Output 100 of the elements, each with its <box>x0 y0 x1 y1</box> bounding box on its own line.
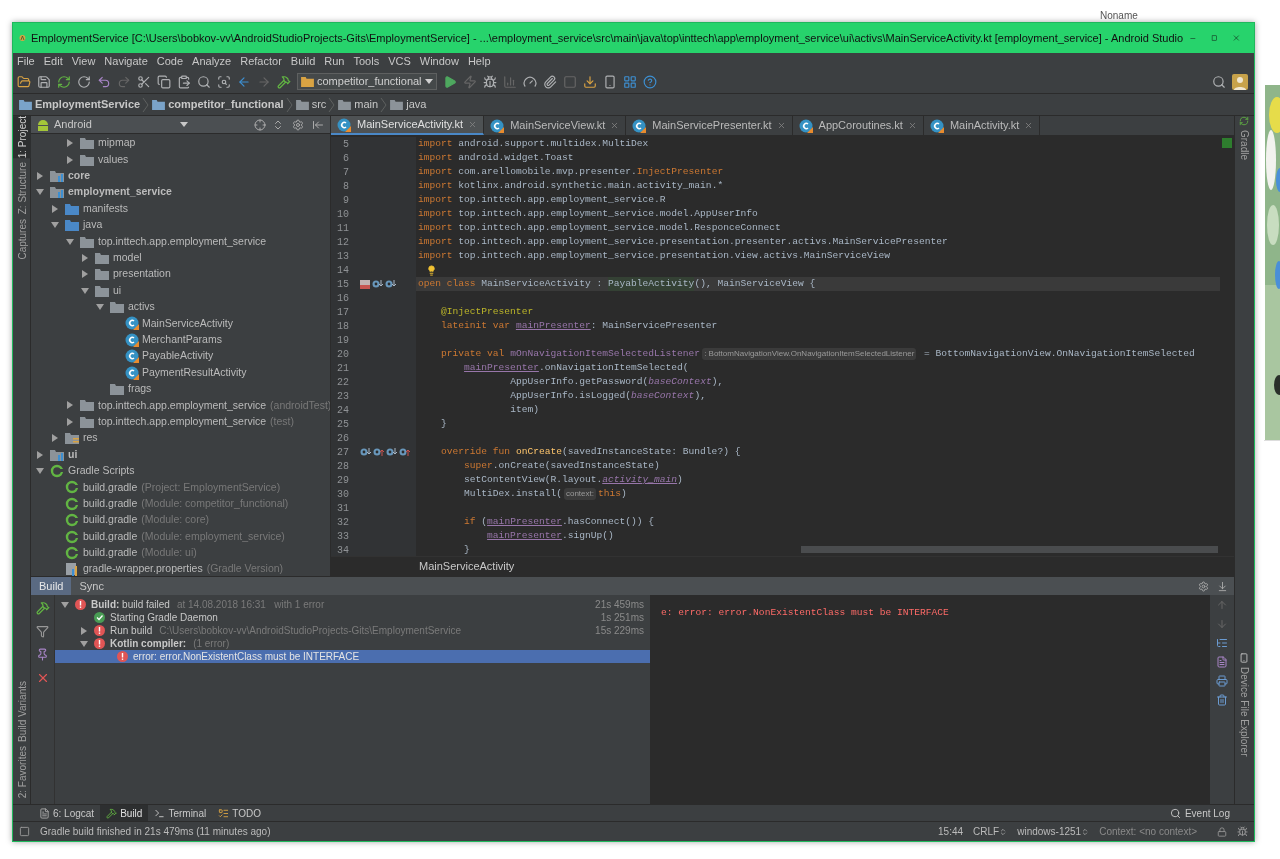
tree-item[interactable]: ui <box>113 282 122 299</box>
dropdown-caret-icon[interactable] <box>180 121 188 128</box>
tree-item[interactable]: values <box>98 151 129 168</box>
replace-icon[interactable] <box>217 74 231 89</box>
breadcrumb-item[interactable]: EmploymentService <box>35 96 141 113</box>
undo-icon[interactable] <box>97 74 111 89</box>
tool-window-tab[interactable]: Device File Explorer <box>1235 652 1253 756</box>
tree-item[interactable]: build.gradle <box>83 512 138 529</box>
expanded-arrow-icon[interactable] <box>81 286 89 295</box>
tree-item[interactable]: PaymentResultActivity <box>142 364 247 381</box>
refresh-icon[interactable] <box>77 74 91 89</box>
collapsed-arrow-icon[interactable] <box>66 401 74 410</box>
build-tree-row[interactable]: Starting Gradle Daemon 1s 251ms <box>55 611 650 624</box>
project-structure-icon[interactable] <box>622 74 637 89</box>
collapse-icon[interactable] <box>272 118 284 131</box>
breadcrumb-item[interactable]: competitor_functional <box>168 96 284 113</box>
collapsed-arrow-icon[interactable] <box>81 253 89 262</box>
tool-window-tab[interactable]: Captures <box>13 218 31 260</box>
user-avatar-icon[interactable] <box>1232 73 1248 90</box>
expanded-arrow-icon[interactable] <box>61 600 69 609</box>
view-selector[interactable]: Android <box>54 116 92 133</box>
horizontal-scrollbar[interactable] <box>801 546 1218 553</box>
menu-item[interactable]: Code <box>156 53 184 70</box>
tree-item[interactable]: build.gradle <box>83 545 138 561</box>
breadcrumb-item[interactable]: java <box>406 96 427 113</box>
close-tab-icon[interactable] <box>1024 121 1034 130</box>
device-manager-icon[interactable] <box>602 74 617 89</box>
menu-item[interactable]: Analyze <box>192 53 232 70</box>
collapsed-arrow-icon[interactable] <box>66 155 74 164</box>
paste-icon[interactable] <box>177 74 191 89</box>
override-marker-icon[interactable] <box>399 447 410 457</box>
collapsed-arrow-icon[interactable] <box>66 139 74 148</box>
editor-tab[interactable]: MainServiceActivity.kt <box>331 116 485 135</box>
tree-item[interactable]: model <box>113 250 142 266</box>
tool-windows-icon[interactable] <box>19 826 30 837</box>
collapsed-arrow-icon[interactable] <box>36 450 44 459</box>
expanded-arrow-icon[interactable] <box>66 237 74 246</box>
override-marker-icon[interactable] <box>373 447 384 457</box>
menu-item[interactable]: File <box>17 53 35 70</box>
build-tree-row[interactable]: Run build C:\Users\bobkov-vv\AndroidStudioProjects-Gits\EmploymentService 15s 229ms <box>55 624 650 637</box>
class-marker-icon[interactable] <box>360 279 370 289</box>
tree-item[interactable]: MerchantParams <box>142 332 222 348</box>
tool-window-tab[interactable]: Build <box>100 805 149 821</box>
editor-tab[interactable]: MainServiceView.kt <box>484 116 627 135</box>
menu-item[interactable]: Run <box>324 53 345 70</box>
tree-item[interactable]: build.gradle <box>83 528 138 545</box>
sync-icon[interactable] <box>57 74 71 89</box>
tree-item[interactable]: activs <box>128 299 155 315</box>
expanded-arrow-icon[interactable] <box>96 303 104 312</box>
tree-item[interactable]: build.gradle <box>83 479 138 496</box>
inspector-icon[interactable] <box>1237 826 1248 837</box>
implementation-marker-icon[interactable] <box>386 447 397 457</box>
profiler-icon[interactable] <box>522 74 537 89</box>
tree-item[interactable]: top.inttech.app.employment_service <box>98 413 267 430</box>
tree-item[interactable]: frags <box>128 381 152 397</box>
tree-item[interactable]: gradle-wrapper.properties <box>83 561 203 576</box>
tool-window-tab[interactable]: 2: Favorites <box>13 745 31 798</box>
collapsed-arrow-icon[interactable] <box>81 270 89 279</box>
save-icon[interactable] <box>37 74 51 89</box>
panel-tab[interactable]: Sync <box>71 577 112 595</box>
implementation-marker-icon[interactable] <box>360 447 371 457</box>
menu-item[interactable]: VCS <box>388 53 411 70</box>
build-tree-row[interactable]: Build: build failed at 14.08.2018 16:31 with 1 error 21s 459ms <box>55 598 650 611</box>
tree-item[interactable]: manifests <box>83 200 128 217</box>
expanded-arrow-icon[interactable] <box>80 639 88 648</box>
expanded-arrow-icon[interactable] <box>36 467 44 475</box>
tree-item[interactable]: Gradle Scripts <box>68 463 135 479</box>
collapsed-arrow-icon[interactable] <box>51 204 59 213</box>
hide-icon[interactable] <box>1217 580 1228 592</box>
event-log-button[interactable]: Event Log <box>1169 805 1230 821</box>
trash-icon[interactable] <box>1216 694 1228 706</box>
tool-window-tab[interactable]: 1: Project <box>13 116 31 159</box>
build-tree-row[interactable]: error: error.NonExistentClass must be INTERFACE <box>55 650 650 663</box>
collapsed-arrow-icon[interactable] <box>36 171 44 180</box>
hammer-icon[interactable] <box>35 601 50 615</box>
tool-window-tab[interactable]: Build Variants <box>13 680 31 742</box>
copy-icon[interactable] <box>157 74 171 89</box>
editor-tab[interactable]: AppCoroutines.kt <box>792 116 924 135</box>
encoding-selector[interactable]: windows-1251 <box>1017 824 1090 839</box>
tree-item[interactable]: mipmap <box>98 135 136 152</box>
tree-item[interactable]: presentation <box>113 266 171 283</box>
sdk-manager-icon[interactable] <box>582 74 597 89</box>
tree-item[interactable]: MainServiceActivity <box>142 315 234 332</box>
build-tree-row[interactable]: Kotlin compiler: (1 error) <box>55 637 650 650</box>
open-icon[interactable] <box>17 74 31 89</box>
run-configuration-dropdown[interactable]: competitor_functional <box>297 73 437 90</box>
lightbulb-icon[interactable] <box>426 264 437 276</box>
tree-item[interactable]: PayableActivity <box>142 348 214 365</box>
soft-wrap-icon[interactable] <box>1216 637 1228 649</box>
caret-position[interactable]: 15:44 <box>938 824 964 839</box>
expanded-arrow-icon[interactable] <box>36 188 44 197</box>
tree-item[interactable]: java <box>83 217 103 233</box>
debug-icon[interactable] <box>482 74 497 89</box>
back-icon[interactable] <box>237 74 251 89</box>
line-separator-selector[interactable]: CRLF <box>973 824 1008 839</box>
tree-item[interactable]: core <box>68 168 91 184</box>
settings-icon[interactable] <box>292 118 304 131</box>
tool-window-tab[interactable]: 6: Logcat <box>33 805 101 821</box>
implementation-marker-icon[interactable] <box>372 279 383 289</box>
tool-window-tab[interactable]: Z: Structure <box>13 162 31 215</box>
